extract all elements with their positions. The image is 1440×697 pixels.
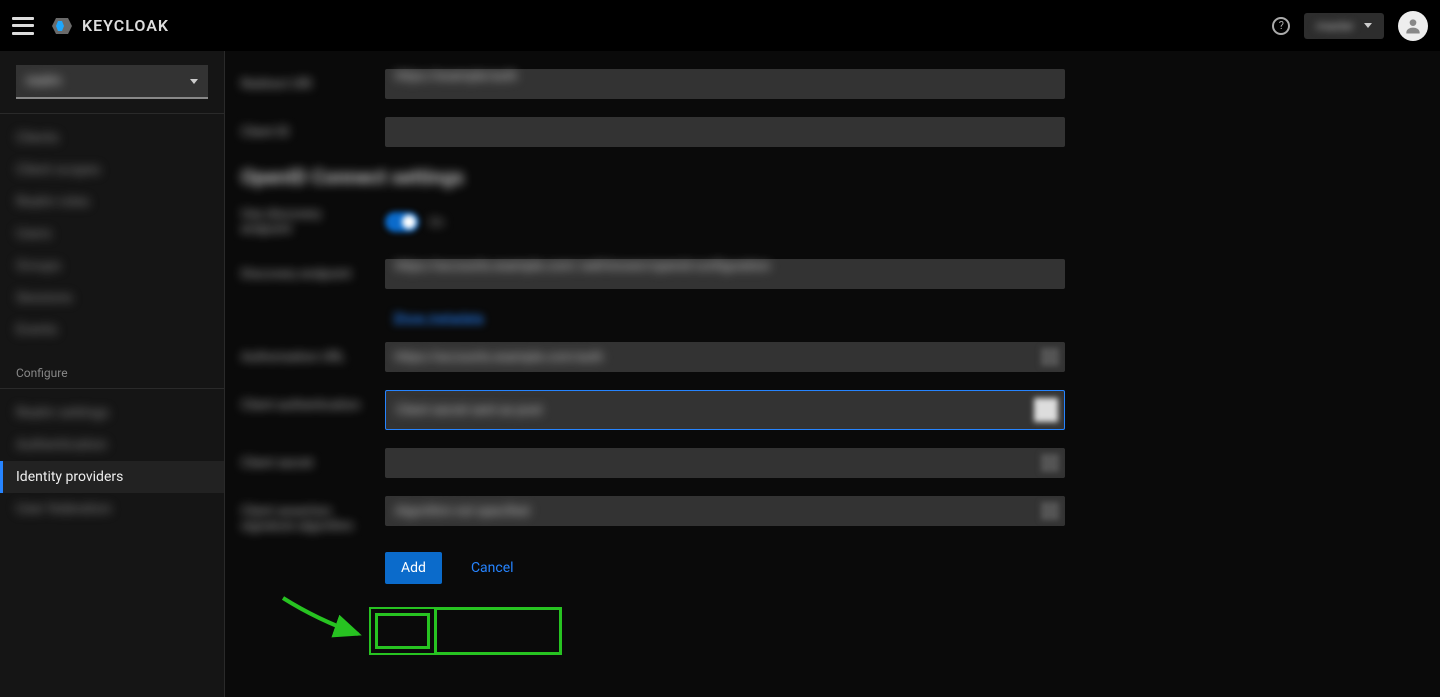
content: Redirect URI https://example/auth Client… (225, 51, 1440, 697)
sidebar-item[interactable]: Events (0, 314, 224, 346)
sidebar-item[interactable]: Clients (0, 122, 224, 154)
form-row: Authorization URL https://accounts.examp… (241, 342, 1424, 372)
eye-icon (1041, 454, 1059, 472)
button-row: Add Cancel (385, 552, 1424, 584)
user-dropdown[interactable]: master (1304, 13, 1384, 39)
chevron-down-icon (190, 79, 198, 84)
sidebar-item[interactable]: Client scopes (0, 154, 224, 186)
nav-section-header: Configure (0, 354, 224, 388)
toggle-switch[interactable] (385, 212, 419, 232)
sidebar-item[interactable]: Realm roles (0, 186, 224, 218)
nav-group-manage: Clients Client scopes Realm roles Users … (0, 114, 224, 354)
form-row: Client ID (241, 117, 1424, 147)
avatar[interactable] (1398, 11, 1428, 41)
sidebar: realm Clients Client scopes Realm roles … (0, 51, 225, 697)
realm-selector-value: realm (26, 73, 61, 89)
metadata-link[interactable]: Show metadata (393, 311, 484, 326)
password-input[interactable] (385, 448, 1065, 478)
chevron-down-icon (1041, 502, 1059, 520)
form-label: Use discovery endpoint (241, 207, 361, 237)
text-input[interactable]: https://accounts.example.com/auth (385, 342, 1065, 372)
topbar-right: ? master (1272, 11, 1428, 41)
sidebar-item[interactable]: Users (0, 218, 224, 250)
text-input[interactable]: https://accounts.example.com/.well-known… (385, 259, 1065, 289)
form-row: Discovery endpoint https://accounts.exam… (241, 259, 1424, 289)
cancel-button[interactable]: Cancel (450, 552, 535, 584)
form-row: Redirect URI https://example/auth (241, 69, 1424, 99)
brand-logo[interactable]: KEYCLOAK (50, 14, 169, 38)
topbar: KEYCLOAK ? master (0, 0, 1440, 51)
nav-group-configure: Realm settings Authentication Identity p… (0, 389, 224, 533)
help-icon[interactable]: ? (1272, 17, 1290, 35)
sidebar-item[interactable]: Groups (0, 250, 224, 282)
select-input[interactable]: Algorithm not specified (385, 496, 1065, 526)
sidebar-item-identity-providers[interactable]: Identity providers (0, 461, 224, 493)
text-input[interactable]: https://example/auth (385, 69, 1065, 99)
sidebar-item[interactable]: Sessions (0, 282, 224, 314)
topbar-left: KEYCLOAK (12, 14, 169, 38)
form-label: Client authentication (241, 390, 361, 413)
form-row: Client assertion signature algorithm Alg… (241, 496, 1424, 534)
form-label: Client assertion signature algorithm (241, 496, 361, 534)
form-label: Redirect URI (241, 69, 361, 92)
section-heading: OpenID Connect settings (241, 165, 1424, 189)
chevron-down-icon (1364, 23, 1372, 28)
select-input[interactable]: Client secret sent as post (385, 390, 1065, 430)
switch-state-text: On (429, 215, 444, 229)
user-name: master (1316, 19, 1354, 33)
menu-toggle-icon[interactable] (12, 17, 34, 35)
form-row: Client secret (241, 448, 1424, 478)
form-row: Client authentication Client secret sent… (241, 390, 1424, 430)
keycloak-icon (50, 14, 74, 38)
form-row-switch: Use discovery endpoint On (241, 207, 1424, 237)
brand-text: KEYCLOAK (82, 16, 169, 35)
form-label: Discovery endpoint (241, 259, 361, 282)
form-label: Authorization URL (241, 342, 361, 365)
info-icon (1041, 348, 1059, 366)
add-button[interactable]: Add (385, 552, 442, 584)
text-input[interactable] (385, 117, 1065, 147)
sidebar-item[interactable]: Realm settings (0, 397, 224, 429)
sidebar-item[interactable]: Authentication (0, 429, 224, 461)
form-label: Client ID (241, 117, 361, 140)
form-label: Client secret (241, 448, 361, 471)
chevron-down-icon (1034, 398, 1058, 422)
sidebar-item[interactable]: User federation (0, 493, 224, 525)
realm-selector[interactable]: realm (16, 65, 208, 99)
main: realm Clients Client scopes Realm roles … (0, 51, 1440, 697)
